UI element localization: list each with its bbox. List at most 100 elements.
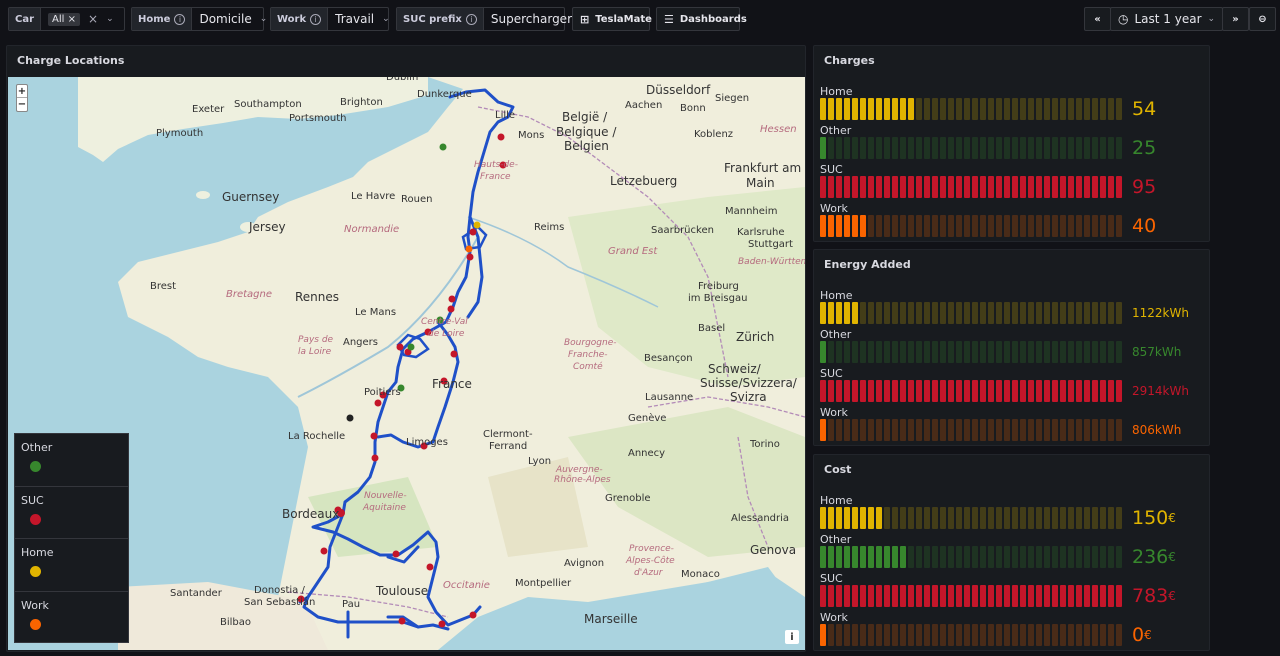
gauge-cell bbox=[1028, 302, 1034, 324]
svg-text:Exeter: Exeter bbox=[192, 104, 225, 115]
gauge-cell bbox=[988, 585, 994, 607]
gauge-cell bbox=[1004, 380, 1010, 402]
gauge-cell bbox=[852, 341, 858, 363]
svg-text:Poitiers: Poitiers bbox=[364, 387, 401, 398]
gauge-cell bbox=[964, 137, 970, 159]
car-variable-label: Car bbox=[9, 8, 42, 30]
info-icon[interactable]: i bbox=[174, 13, 186, 25]
work-variable[interactable]: Work i Travail ⌄ bbox=[270, 7, 390, 31]
chevron-down-icon[interactable]: ⌄ bbox=[106, 14, 114, 24]
gauge-cell bbox=[1004, 341, 1010, 363]
gauge-cell bbox=[828, 176, 834, 198]
gauge-cell bbox=[980, 380, 986, 402]
info-icon[interactable]: i bbox=[310, 13, 322, 25]
gauge-cell bbox=[1012, 98, 1018, 120]
zoom-out-button[interactable]: − bbox=[17, 98, 27, 111]
gauge-cell bbox=[996, 624, 1002, 646]
gauge-cell bbox=[1028, 341, 1034, 363]
gauge-value: 95 bbox=[1132, 176, 1157, 198]
gauge-cell bbox=[892, 137, 898, 159]
gauge-cell bbox=[1052, 419, 1058, 441]
dashboards-link-button[interactable]: ☰ Dashboards bbox=[656, 7, 747, 31]
gauge-cell bbox=[1060, 341, 1066, 363]
gauge-cell bbox=[884, 137, 890, 159]
gauge-cell bbox=[1036, 419, 1042, 441]
gauge-cell bbox=[900, 585, 906, 607]
svg-text:Annecy: Annecy bbox=[628, 448, 665, 459]
suc-prefix-input[interactable]: Supercharger bbox=[484, 8, 579, 30]
gauge-cell bbox=[1036, 98, 1042, 120]
zoom-out-time-button[interactable]: ⊖ bbox=[1249, 7, 1276, 31]
gauge-cell bbox=[820, 380, 826, 402]
gauge-cell bbox=[956, 585, 962, 607]
gauge-cell bbox=[900, 380, 906, 402]
zoom-in-button[interactable]: + bbox=[17, 85, 27, 98]
chevron-down-icon[interactable]: ⌄ bbox=[260, 14, 268, 24]
svg-text:Aquitaine: Aquitaine bbox=[362, 503, 406, 513]
svg-text:Schweiz/: Schweiz/ bbox=[708, 362, 762, 376]
gauge-cell bbox=[940, 215, 946, 237]
svg-text:Hauts-de-: Hauts-de- bbox=[474, 160, 518, 170]
gauge-cell bbox=[932, 507, 938, 529]
time-shift-forward-button[interactable]: » bbox=[1222, 7, 1249, 31]
gauge-cell bbox=[972, 507, 978, 529]
gauge-cell bbox=[860, 546, 866, 568]
info-icon[interactable]: i bbox=[465, 13, 477, 25]
gauge-cell bbox=[980, 585, 986, 607]
gauge-value: 806 kWh bbox=[1132, 423, 1182, 437]
gauge-cell bbox=[972, 98, 978, 120]
gauge-cell bbox=[940, 546, 946, 568]
gauge-cell bbox=[844, 419, 850, 441]
gauge-cell bbox=[1076, 302, 1082, 324]
time-range-picker[interactable]: ◷ Last 1 year ⌄ bbox=[1110, 7, 1223, 31]
svg-text:d'Azur: d'Azur bbox=[634, 568, 664, 578]
time-shift-back-button[interactable]: « bbox=[1084, 7, 1111, 31]
gauge-cell bbox=[1108, 341, 1114, 363]
panel-title: Charge Locations bbox=[17, 54, 125, 67]
home-variable[interactable]: Home i Domicile ⌄ bbox=[131, 7, 267, 31]
svg-text:Comté: Comté bbox=[573, 361, 603, 372]
chevron-down-icon[interactable]: ⌄ bbox=[382, 14, 390, 24]
gauge-cell bbox=[996, 98, 1002, 120]
gauge-cell bbox=[844, 341, 850, 363]
bar-gauge bbox=[820, 176, 1122, 198]
gauge-cell bbox=[844, 98, 850, 120]
suc-prefix-variable[interactable]: SUC prefix i Supercharger bbox=[396, 7, 572, 31]
gauge-cell bbox=[964, 380, 970, 402]
gauge-cell bbox=[860, 624, 866, 646]
gauge-cell bbox=[828, 624, 834, 646]
teslamate-link-button[interactable]: ⊞ TeslaMate bbox=[572, 7, 652, 31]
car-variable[interactable]: Car All × × ⌄ bbox=[8, 7, 125, 31]
gauge-cell bbox=[988, 419, 994, 441]
gauge-cell bbox=[1068, 624, 1074, 646]
gauge-cell bbox=[1012, 176, 1018, 198]
gauge-cell bbox=[876, 546, 882, 568]
gauge-cell bbox=[988, 546, 994, 568]
gauge-cell bbox=[1060, 137, 1066, 159]
gauge-cell bbox=[876, 624, 882, 646]
svg-text:Jersey: Jersey bbox=[248, 220, 286, 234]
gauge-cell bbox=[820, 624, 826, 646]
charge-locations-map[interactable]: Exeter Southampton Brighton Plymouth Portsm… bbox=[8, 77, 805, 650]
gauge-cell bbox=[836, 419, 842, 441]
gauge-cell bbox=[1052, 302, 1058, 324]
gauge-cell bbox=[964, 507, 970, 529]
clear-icon[interactable]: × bbox=[88, 12, 98, 26]
gauge-cell bbox=[1044, 380, 1050, 402]
gauge-cell bbox=[988, 137, 994, 159]
car-chip[interactable]: All × bbox=[48, 12, 80, 26]
gauge-cell bbox=[956, 341, 962, 363]
legend-item-suc: SUC bbox=[15, 487, 128, 539]
gauge-cell bbox=[1068, 507, 1074, 529]
legend-item-other: Other bbox=[15, 434, 128, 487]
svg-text:Occitanie: Occitanie bbox=[443, 580, 490, 591]
attribution-button[interactable]: i bbox=[785, 630, 799, 644]
gauge-cell bbox=[860, 176, 866, 198]
gauge-cell bbox=[1076, 624, 1082, 646]
gauge-cell bbox=[940, 176, 946, 198]
gauge-cell bbox=[1012, 419, 1018, 441]
gauge-cell bbox=[868, 624, 874, 646]
svg-text:Avignon: Avignon bbox=[564, 558, 604, 569]
gauge-cell bbox=[844, 546, 850, 568]
gauge-cell bbox=[1004, 624, 1010, 646]
